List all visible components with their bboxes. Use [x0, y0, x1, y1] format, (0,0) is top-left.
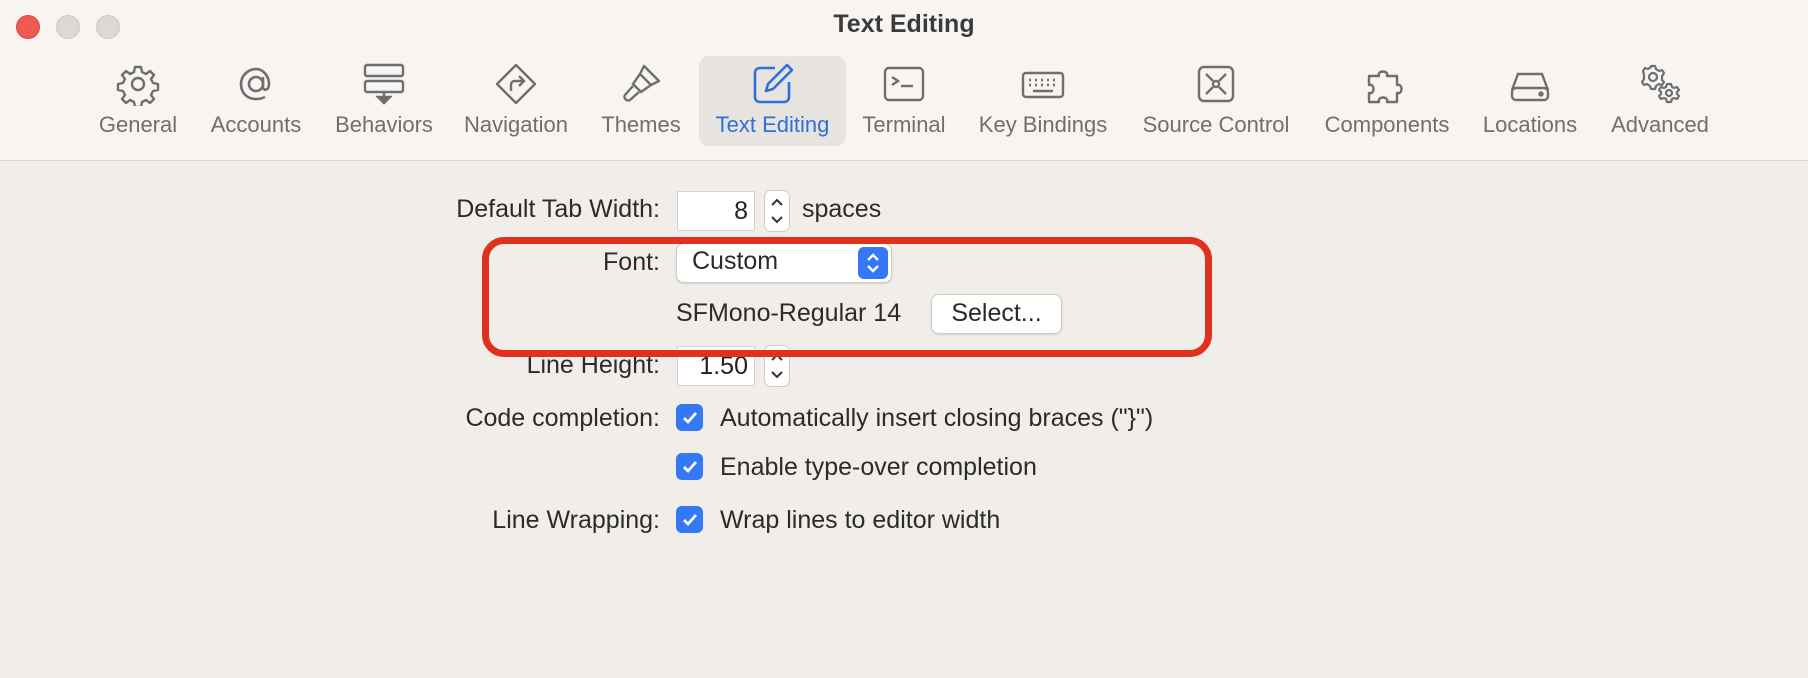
- puzzle-icon: [1365, 62, 1409, 106]
- tab-label: Key Bindings: [978, 112, 1108, 137]
- checkmark-icon: [682, 411, 697, 424]
- tab-label: Advanced: [1611, 112, 1709, 137]
- type-over-completion-checkbox[interactable]: [676, 453, 703, 480]
- tab-behaviors[interactable]: Behaviors: [326, 56, 442, 146]
- tab-label: Components: [1324, 112, 1450, 137]
- tab-width-field[interactable]: 8: [677, 191, 755, 231]
- window-title: Text Editing: [833, 10, 975, 38]
- tab-general[interactable]: General: [84, 56, 192, 146]
- tab-label: Locations: [1482, 112, 1578, 137]
- line-wrapping-label: Line Wrapping:: [492, 506, 660, 534]
- gears-icon: [1638, 62, 1682, 106]
- navigation-icon: [494, 62, 538, 106]
- behaviors-icon: [362, 62, 406, 106]
- toolbar: Text Editing General Accounts Behaviors …: [0, 0, 1808, 161]
- code-completion-label: Code completion:: [465, 404, 660, 432]
- tab-navigation[interactable]: Navigation: [454, 56, 578, 146]
- tab-label: Terminal: [862, 112, 946, 137]
- tab-label: Behaviors: [335, 112, 433, 137]
- tab-label: Text Editing: [715, 112, 830, 137]
- tab-themes[interactable]: Themes: [590, 56, 692, 146]
- wrap-lines-label[interactable]: Wrap lines to editor width: [720, 506, 1000, 535]
- tab-locations[interactable]: Locations: [1472, 56, 1588, 146]
- source-control-icon: [1194, 62, 1238, 106]
- tab-width-unit: spaces: [802, 195, 882, 223]
- auto-close-braces-checkbox[interactable]: [676, 404, 703, 431]
- settings-panel: Default Tab Width: 8 spaces Font: Custom…: [0, 161, 1808, 678]
- tab-terminal[interactable]: Terminal: [852, 56, 956, 146]
- checkmark-icon: [682, 513, 697, 526]
- tab-width-label: Default Tab Width:: [456, 195, 660, 223]
- type-over-completion-label[interactable]: Enable type-over completion: [720, 453, 1037, 482]
- pencil-square-icon: [751, 62, 795, 106]
- terminal-icon: [882, 62, 926, 106]
- tab-key-bindings[interactable]: Key Bindings: [970, 56, 1116, 146]
- tab-accounts[interactable]: Accounts: [200, 56, 312, 146]
- wrap-lines-checkbox[interactable]: [676, 506, 703, 533]
- drive-icon: [1508, 62, 1552, 106]
- auto-close-braces-label[interactable]: Automatically insert closing braces ("}"…: [720, 404, 1153, 433]
- tab-label: Accounts: [210, 112, 302, 137]
- tab-label: Source Control: [1142, 112, 1290, 137]
- tab-label: General: [98, 112, 178, 137]
- tab-label: Themes: [601, 112, 681, 137]
- tab-source-control[interactable]: Source Control: [1132, 56, 1300, 146]
- paintbrush-icon: [619, 62, 663, 106]
- tab-text-editing[interactable]: Text Editing: [699, 56, 846, 146]
- keyboard-icon: [1021, 62, 1065, 106]
- tab-components[interactable]: Components: [1314, 56, 1460, 146]
- checkmark-icon: [682, 460, 697, 473]
- tab-advanced[interactable]: Advanced: [1602, 56, 1718, 146]
- at-sign-icon: [234, 62, 278, 106]
- gear-icon: [116, 62, 160, 106]
- tab-width-stepper[interactable]: [764, 190, 790, 232]
- highlight-annotation: [482, 237, 1212, 357]
- tab-label: Navigation: [464, 112, 568, 137]
